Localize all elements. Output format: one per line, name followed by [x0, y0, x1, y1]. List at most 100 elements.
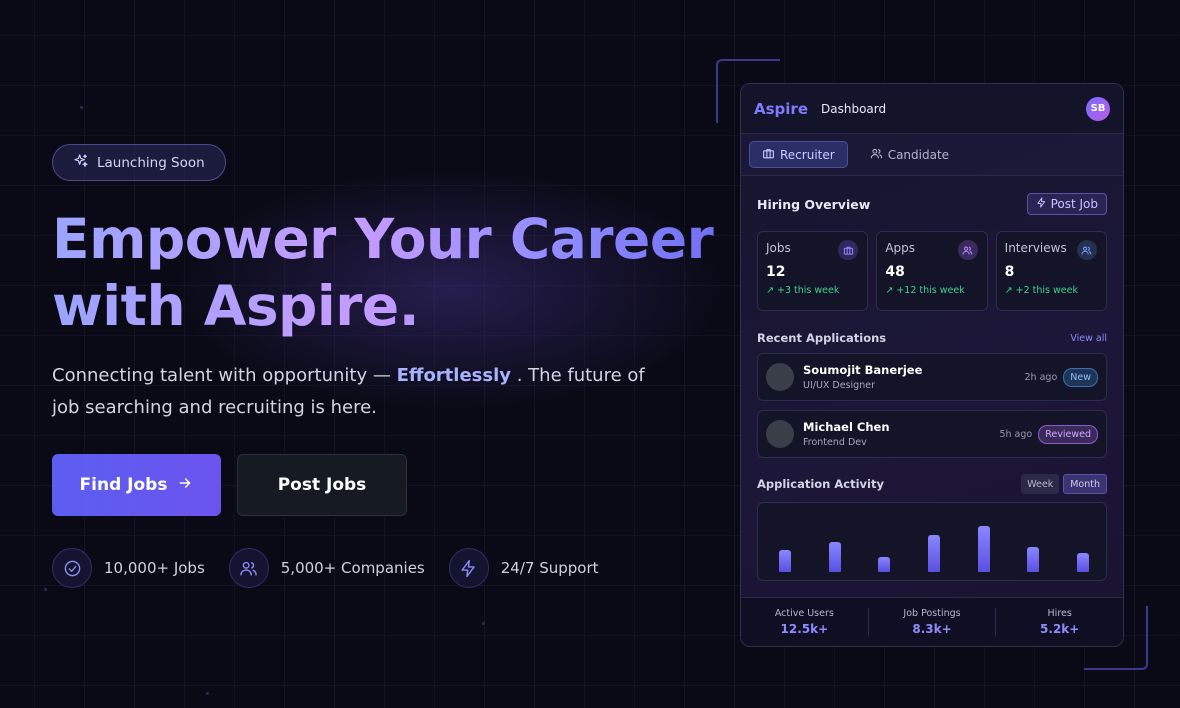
briefcase-icon — [762, 147, 775, 163]
background-dot — [206, 692, 209, 695]
user-avatar[interactable]: SB — [1086, 96, 1110, 121]
applicant-role: Frontend Dev — [803, 437, 867, 448]
dashboard-header: Aspire Dashboard SB — [741, 84, 1123, 134]
dashboard-body: Hiring Overview Post Job Jobs 12 ↗ +3 th… — [741, 193, 1123, 581]
lightning-icon — [448, 548, 489, 588]
footer-stat-value: 8.3k+ — [912, 622, 952, 636]
footer-stat-value: 5.2k+ — [1040, 622, 1080, 636]
tab-label: Candidate — [887, 147, 950, 162]
stat-jobs: 10,000+ Jobs — [52, 548, 205, 588]
activity-bar — [878, 557, 891, 572]
application-time: 2h ago — [1024, 371, 1058, 383]
hero-title: Empower Your Career with Aspire. — [52, 206, 732, 340]
activity-header: Application Activity Week Month — [757, 474, 1107, 494]
card-trend: ↗ +2 this week — [1004, 285, 1078, 296]
users-icon — [870, 147, 883, 163]
find-jobs-button[interactable]: Find Jobs — [52, 454, 221, 516]
activity-title: Application Activity — [757, 477, 884, 491]
activity-bar — [778, 550, 791, 572]
card-jobs[interactable]: Jobs 12 ↗ +3 this week — [757, 231, 869, 311]
period-week-button[interactable]: Week — [1021, 474, 1060, 494]
footer-stat-job-postings: Job Postings 8.3k+ — [867, 608, 996, 636]
subtitle-text: Connecting talent with opportunity — — [52, 365, 391, 386]
applicant-name: Soumojit Banerjee — [803, 363, 923, 377]
arrow-right-icon — [177, 475, 193, 496]
footer-stat-active-users: Active Users 12.5k+ — [741, 608, 868, 636]
background-dot — [80, 106, 83, 109]
hero-title-line1: Empower Your Career — [52, 207, 714, 271]
recent-applications-title: Recent Applications — [757, 331, 887, 345]
card-value: 12 — [766, 264, 786, 280]
subtitle-highlight: Effortlessly — [396, 365, 511, 386]
overview-cards: Jobs 12 ↗ +3 this week Apps 48 ↗ +12 thi… — [757, 231, 1107, 311]
post-jobs-button[interactable]: Post Jobs — [237, 454, 407, 516]
applicant-role: UI/UX Designer — [803, 380, 875, 391]
card-apps[interactable]: Apps 48 ↗ +12 this week — [876, 231, 988, 311]
stat-label: 24/7 Support — [500, 559, 599, 577]
activity-bar — [1077, 553, 1090, 572]
tab-candidate[interactable]: Candidate — [858, 141, 961, 168]
dashboard-brand[interactable]: Aspire — [754, 100, 808, 118]
activity-bar — [928, 535, 940, 572]
footer-stat-value: 12.5k+ — [780, 622, 829, 636]
overview-title: Hiring Overview — [757, 196, 871, 212]
status-badge: Reviewed — [1038, 424, 1098, 444]
hero-subtitle: Connecting talent with opportunity — Eff… — [52, 360, 652, 424]
card-value: 8 — [1004, 264, 1015, 280]
role-tabs: Recruiter Candidate — [741, 134, 1123, 176]
users-icon — [1076, 240, 1097, 260]
card-interviews[interactable]: Interviews 8 ↗ +2 this week — [995, 231, 1107, 311]
avatar — [766, 420, 794, 448]
avatar-initials: SB — [1090, 103, 1106, 114]
footer-stat-label: Hires — [1047, 608, 1072, 619]
application-info: Michael Chen Frontend Dev — [803, 420, 890, 448]
card-trend-text: +12 this week — [896, 285, 965, 296]
application-time: 5h ago — [999, 428, 1033, 440]
check-circle-icon — [52, 548, 92, 588]
background-dot — [44, 588, 47, 591]
view-all-link[interactable]: View all — [1070, 333, 1107, 344]
application-info: Soumojit Banerjee UI/UX Designer — [803, 363, 922, 391]
application-item[interactable]: Soumojit Banerjee UI/UX Designer 2h ago … — [757, 353, 1107, 401]
hero-stats: 10,000+ Jobs 5,000+ Companies 24/7 Suppo… — [52, 548, 623, 588]
period-toggle: Week Month — [1021, 474, 1107, 494]
tab-recruiter[interactable]: Recruiter — [749, 141, 848, 168]
stat-label: 5,000+ Companies — [280, 559, 425, 577]
recent-applications-header: Recent Applications View all — [757, 331, 1107, 345]
application-item[interactable]: Michael Chen Frontend Dev 5h ago Reviewe… — [757, 410, 1107, 458]
find-jobs-label: Find Jobs — [79, 475, 168, 495]
post-job-button[interactable]: Post Job — [1026, 193, 1107, 215]
status-badge: New — [1063, 367, 1098, 387]
activity-bar — [1027, 547, 1040, 572]
sparkles-icon — [73, 153, 89, 173]
period-month-button[interactable]: Month — [1063, 474, 1107, 494]
hero-title-line2: with Aspire. — [52, 274, 420, 338]
post-job-label: Post Job — [1050, 197, 1098, 211]
stat-companies: 5,000+ Companies — [228, 548, 425, 588]
launching-soon-badge: Launching Soon — [52, 144, 226, 181]
tab-label: Recruiter — [780, 147, 835, 162]
activity-chart — [757, 502, 1107, 581]
avatar — [766, 363, 794, 391]
card-trend-text: +2 this week — [1015, 285, 1078, 296]
users-icon — [228, 548, 269, 588]
activity-bar — [977, 526, 990, 572]
card-trend: ↗ +12 this week — [885, 285, 965, 296]
dashboard-footer-stats: Active Users 12.5k+ Job Postings 8.3k+ H… — [741, 597, 1123, 646]
footer-stat-label: Job Postings — [903, 608, 961, 619]
stat-label: 10,000+ Jobs — [104, 559, 205, 577]
card-value: 48 — [885, 264, 905, 280]
background-dot — [482, 622, 485, 625]
post-jobs-label: Post Jobs — [277, 475, 367, 495]
footer-stat-label: Active Users — [774, 608, 834, 619]
activity-bar — [828, 542, 841, 572]
users-icon — [957, 240, 978, 260]
footer-stat-hires: Hires 5.2k+ — [995, 608, 1123, 636]
briefcase-icon — [838, 240, 859, 260]
card-trend: ↗ +3 this week — [766, 285, 840, 296]
dashboard-nav-link[interactable]: Dashboard — [821, 102, 886, 116]
applicant-name: Michael Chen — [803, 420, 890, 434]
dashboard-preview: Aspire Dashboard SB Recruiter Candidate … — [740, 83, 1124, 647]
stat-support: 24/7 Support — [448, 548, 599, 588]
overview-header: Hiring Overview Post Job — [757, 193, 1107, 215]
